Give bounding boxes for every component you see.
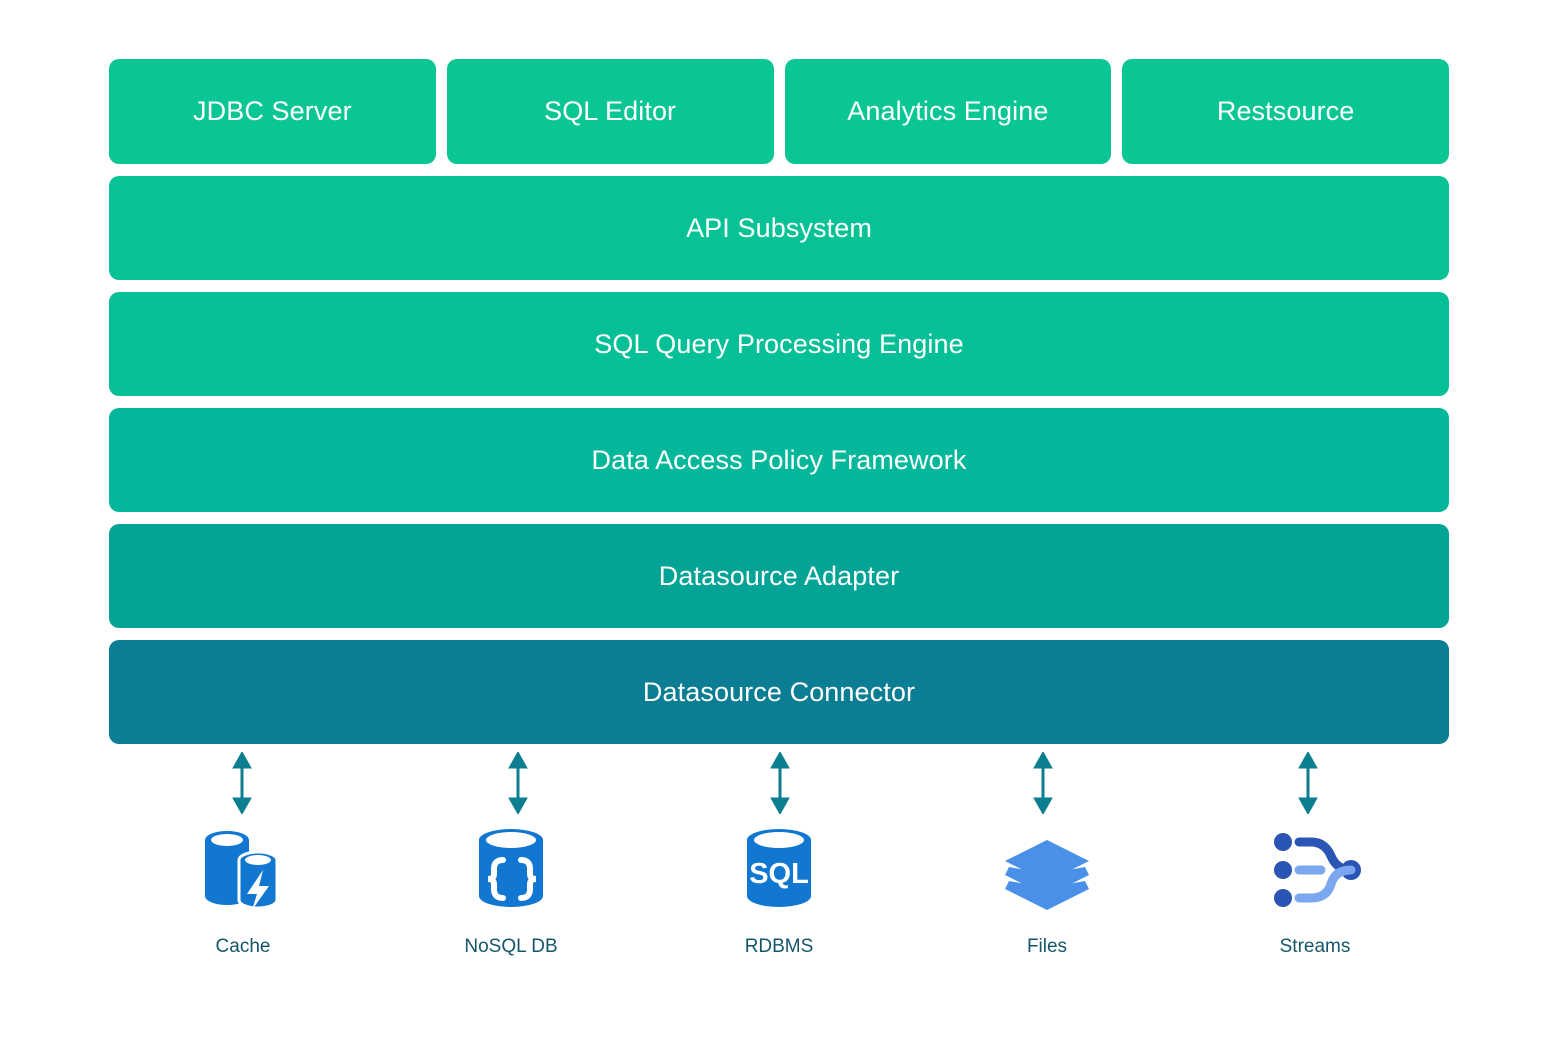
layer-band-label: API Subsystem [686,212,872,243]
datasource-label: RDBMS [744,936,814,957]
datasource-streams[interactable]: Streams [1181,818,1449,958]
service-box-label: SQL Editor [544,96,677,126]
svg-text:SQL: SQL [749,858,809,890]
service-box-label: Analytics Engine [847,96,1049,126]
service-box-restsource[interactable]: Restsource [1122,59,1449,164]
service-box-analytics-engine[interactable]: Analytics Engine [784,59,1112,164]
arrow-to-files [1033,752,1053,814]
service-box-label: JDBC Server [193,96,352,126]
datasource-rdbms[interactable]: SQL RDBMS [645,818,913,958]
datasource-cache[interactable]: Cache [109,818,377,958]
layer-band-datasource-adapter[interactable]: Datasource Adapter [109,524,1449,628]
streams-dataflow-icon [1265,818,1365,918]
datasource-label: Cache [215,936,271,957]
arrow-to-nosql-db [508,752,528,814]
files-layer-stack-icon [997,818,1097,918]
top-services-row: JDBC Server SQL Editor Analytics Engine … [109,59,1449,164]
layer-band-datasource-connector[interactable]: Datasource Connector [109,640,1449,744]
layer-band-api-subsystem[interactable]: API Subsystem [109,176,1449,280]
layer-band-sql-query-processing-engine[interactable]: SQL Query Processing Engine [109,292,1449,396]
rdbms-cylinder-sql-icon: SQL [729,818,829,918]
layer-band-data-access-policy-framework[interactable]: Data Access Policy Framework [109,408,1449,512]
service-box-jdbc-server[interactable]: JDBC Server [109,59,436,164]
datasource-label: Streams [1279,936,1351,957]
layer-band-label: Datasource Connector [642,676,916,707]
arrow-to-rdbms [770,752,790,814]
connector-arrows [232,752,1318,814]
layer-stack: JDBC Server SQL Editor Analytics Engine … [109,59,1449,744]
nosql-cylinder-braces-icon [461,818,561,918]
arrow-to-streams [1298,752,1318,814]
datasource-row: Cache NoSQL DB SQL RDBMS Files Streams [109,818,1449,958]
cache-cylinders-bolt-icon [193,818,293,918]
datasource-nosql-db[interactable]: NoSQL DB [377,818,645,958]
service-box-sql-editor[interactable]: SQL Editor [446,59,774,164]
layer-band-label: SQL Query Processing Engine [594,328,964,359]
architecture-diagram: JDBC Server SQL Editor Analytics Engine … [0,0,1552,1039]
service-box-label: Restsource [1216,96,1355,126]
layer-band-label: Datasource Adapter [658,560,900,591]
datasource-files[interactable]: Files [913,818,1181,958]
datasource-label: Files [1026,936,1068,957]
layer-band-label: Data Access Policy Framework [591,444,967,475]
datasource-label: NoSQL DB [464,936,558,957]
arrow-to-cache [232,752,252,814]
